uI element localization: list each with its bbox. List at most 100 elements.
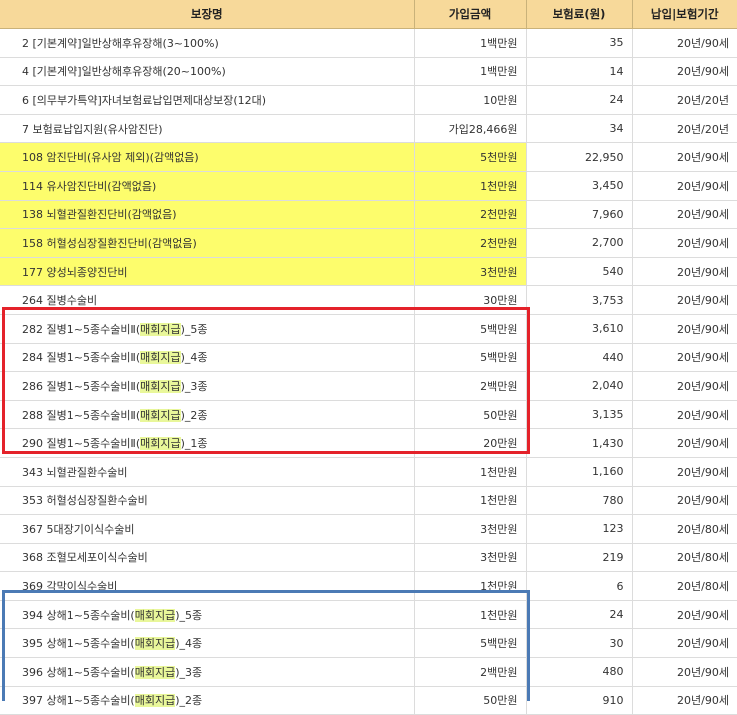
- table-row: 397 상해1~5종수술비(매회지급)_2종 50만원 910 20년/90세: [0, 686, 737, 715]
- coverage-number: 369: [22, 580, 43, 594]
- coverage-name: 상해1~5종수술비(: [46, 694, 135, 708]
- coverage-number: 288: [22, 408, 43, 422]
- period-cell: 20년/90세: [632, 57, 737, 87]
- amount-cell: 1천만원: [414, 600, 527, 630]
- table-row: 394 상해1~5종수술비(매회지급)_5종 1천만원 24 20년/90세: [0, 600, 737, 630]
- amount-cell: 50만원: [414, 400, 527, 430]
- coverage-name-cell: 158 허혈성심장질환진단비(감액없음): [0, 228, 415, 258]
- period-cell: 20년/90세: [632, 628, 737, 659]
- table-row: 158 허혈성심장질환진단비(감액없음) 2천만원 2,700 20년/90세: [0, 228, 737, 258]
- coverage-number: 396: [22, 665, 43, 679]
- pay-each-time-tag: 매회지급: [140, 322, 181, 336]
- coverage-suffix: )_2종: [180, 408, 208, 422]
- header-premium: 보험료(원): [526, 0, 633, 29]
- coverage-name: 뇌혈관질환수술비: [46, 465, 128, 479]
- table-row: 343 뇌혈관질환수술비 1천만원 1,160 20년/90세: [0, 457, 737, 487]
- coverage-number: 368: [22, 551, 43, 565]
- coverage-name-cell: 4 [기본계약]일반상해후유장해(20~100%): [0, 57, 415, 87]
- period-cell: 20년/90세: [632, 200, 737, 230]
- premium-cell: 3,610: [526, 314, 633, 344]
- coverage-number: 6: [22, 93, 29, 107]
- coverage-name-cell: 368 조혈모세포이식수술비: [0, 543, 415, 573]
- period-cell: 20년/90세: [632, 257, 737, 287]
- coverage-number: 2: [22, 36, 29, 50]
- table-row: 2 [기본계약]일반상해후유장해(3~100%) 1백만원 35 20년/90세: [0, 28, 737, 58]
- coverage-number: 395: [22, 637, 43, 651]
- amount-cell: 1천만원: [414, 171, 527, 201]
- coverage-name: [의무부가특약]자녀보험료납입면제대상보장(12대): [32, 93, 267, 107]
- coverage-name: [기본계약]일반상해후유장해(20~100%): [32, 65, 226, 79]
- table-row: 177 양성뇌종양진단비 3천만원 540 20년/90세: [0, 257, 737, 287]
- pay-each-time-tag: 매회지급: [134, 694, 176, 708]
- coverage-name: 각막이식수술비: [46, 580, 118, 594]
- period-cell: 20년/90세: [632, 657, 737, 687]
- coverage-name-cell: 369 각막이식수술비: [0, 571, 415, 601]
- coverage-number: 108: [22, 151, 43, 165]
- pay-each-time-tag: 매회지급: [134, 608, 176, 622]
- pay-each-time-tag: 매회지급: [134, 637, 176, 651]
- amount-cell: 5천만원: [414, 142, 527, 172]
- coverage-name: 질병1~5종수술비Ⅱ(: [46, 322, 141, 336]
- amount-cell: 50만원: [414, 686, 527, 715]
- premium-cell: 3,450: [526, 171, 633, 201]
- premium-cell: 7,960: [526, 200, 633, 230]
- premium-cell: 910: [526, 686, 633, 715]
- premium-cell: 3,135: [526, 400, 633, 430]
- amount-cell: 5백만원: [414, 314, 527, 344]
- coverage-number: 158: [22, 236, 43, 250]
- premium-cell: 6: [526, 571, 633, 601]
- coverage-name-cell: 177 양성뇌종양진단비: [0, 257, 415, 287]
- premium-cell: 440: [526, 343, 633, 373]
- amount-cell: 2천만원: [414, 228, 527, 258]
- table-row: 282 질병1~5종수술비Ⅱ(매회지급)_5종 5백만원 3,610 20년/90세: [0, 314, 737, 344]
- amount-cell: 3천만원: [414, 543, 527, 573]
- table-row: 286 질병1~5종수술비Ⅱ(매회지급)_3종 2백만원 2,040 20년/90세: [0, 371, 737, 401]
- pay-each-time-tag: 매회지급: [140, 379, 181, 393]
- coverage-name-cell: 397 상해1~5종수술비(매회지급)_2종: [0, 686, 415, 715]
- coverage-number: 4: [22, 65, 29, 79]
- coverage-number: 367: [22, 522, 43, 536]
- period-cell: 20년/20년: [632, 114, 737, 144]
- premium-cell: 2,700: [526, 228, 633, 258]
- premium-cell: 34: [526, 114, 633, 144]
- coverage-name: 뇌혈관질환진단비(감액없음): [46, 208, 177, 222]
- pay-each-time-tag: 매회지급: [134, 665, 176, 679]
- coverage-suffix: )_3종: [175, 665, 203, 679]
- premium-cell: 1,160: [526, 457, 633, 487]
- coverage-suffix: )_3종: [180, 379, 208, 393]
- period-cell: 20년/80세: [632, 571, 737, 601]
- coverage-name: 유사암진단비(감액없음): [46, 179, 157, 193]
- coverage-number: 394: [22, 608, 43, 622]
- premium-cell: 22,950: [526, 142, 633, 172]
- coverage-number: 264: [22, 294, 43, 308]
- amount-cell: 3천만원: [414, 257, 527, 287]
- premium-cell: 219: [526, 543, 633, 573]
- amount-cell: 3천만원: [414, 514, 527, 544]
- coverage-suffix: )_5종: [180, 322, 208, 336]
- coverage-suffix: )_4종: [175, 637, 203, 651]
- period-cell: 20년/90세: [632, 371, 737, 401]
- premium-cell: 35: [526, 28, 633, 58]
- amount-cell: 10만원: [414, 85, 527, 115]
- header-amount: 가입금액: [414, 0, 527, 29]
- period-cell: 20년/90세: [632, 343, 737, 373]
- coverage-number: 177: [22, 265, 43, 279]
- period-cell: 20년/90세: [632, 400, 737, 430]
- table-row: 108 암진단비(유사암 제외)(감액없음) 5천만원 22,950 20년/90세: [0, 142, 737, 172]
- coverage-name-cell: 396 상해1~5종수술비(매회지급)_3종: [0, 657, 415, 687]
- premium-cell: 480: [526, 657, 633, 687]
- amount-cell: 1백만원: [414, 28, 527, 58]
- coverage-name-cell: 284 질병1~5종수술비Ⅱ(매회지급)_4종: [0, 343, 415, 373]
- coverage-name: 질병1~5종수술비Ⅱ(: [46, 408, 141, 422]
- coverage-suffix: )_2종: [175, 694, 203, 708]
- premium-cell: 30: [526, 628, 633, 659]
- coverage-number: 284: [22, 351, 43, 365]
- coverage-name: 허혈성심장질환진단비(감액없음): [46, 236, 197, 250]
- coverage-name: 허혈성심장질환수술비: [46, 494, 148, 508]
- coverage-name: 질병1~5종수술비Ⅱ(: [46, 379, 141, 393]
- coverage-name: 질병1~5종수술비Ⅱ(: [46, 351, 141, 365]
- table-row: 114 유사암진단비(감액없음) 1천만원 3,450 20년/90세: [0, 171, 737, 201]
- premium-cell: 1,430: [526, 428, 633, 458]
- coverage-name: 양성뇌종양진단비: [46, 265, 128, 279]
- period-cell: 20년/90세: [632, 285, 737, 315]
